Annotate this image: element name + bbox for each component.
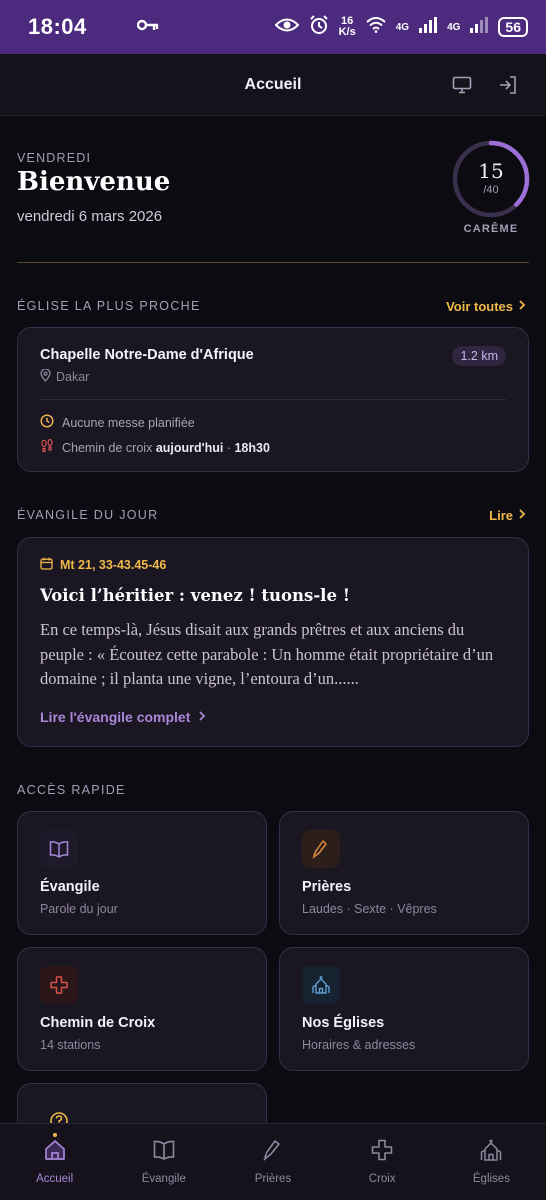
quick-access-title: Prières (302, 879, 352, 895)
quick-access-churches[interactable]: Nos Églises Horaires & adresses (279, 947, 529, 1071)
mass-info-text: Aucune messe planifiée (62, 415, 195, 430)
status-icons: 16 K/s 4G 4G 56 (274, 14, 528, 40)
section-title-nearest-church: ÉGLISE LA PLUS PROCHE (17, 299, 201, 313)
signal-icon (419, 16, 438, 38)
location-pin-icon (40, 368, 51, 385)
nearest-church-card[interactable]: Chapelle Notre-Dame d'Afrique 1.2 km Dak… (17, 327, 529, 472)
nav-item-churches[interactable]: Églises (437, 1124, 546, 1200)
quick-access-title: Chemin de Croix (40, 1015, 156, 1031)
help-icon (40, 1102, 78, 1123)
gospel-title: Voici l’héritier : venez ! tuons-le ! (40, 586, 350, 605)
login-icon[interactable] (496, 73, 520, 97)
quick-access-way-of-cross[interactable]: Chemin de Croix 14 stations (17, 947, 267, 1071)
nav-label: Évangile (141, 1173, 186, 1185)
network-speed: 16 K/s (339, 16, 356, 38)
net-speed-unit: K/s (338, 26, 356, 38)
church-name: Chapelle Notre-Dame d'Afrique (40, 347, 254, 363)
gospel-card[interactable]: Mt 21, 33-43.45-46 Voici l’héritier : ve… (17, 537, 529, 747)
praying-hands-icon (302, 830, 340, 868)
key-icon (136, 18, 159, 37)
church-icon (479, 1138, 503, 1167)
book-icon (40, 830, 78, 868)
quick-access-title: Évangile (40, 879, 100, 895)
chevron-right-icon (518, 299, 526, 314)
greeting-title: Bienvenue (17, 167, 171, 197)
quick-access-gospel[interactable]: Évangile Parole du jour (17, 811, 267, 935)
nav-item-cross[interactable]: Croix (328, 1124, 437, 1200)
book-icon (152, 1138, 176, 1167)
status-time: 18:04 (28, 14, 87, 39)
footsteps-icon (40, 438, 54, 456)
distance-badge: 1.2 km (452, 346, 506, 366)
card-divider (40, 399, 506, 400)
gospel-reference: Mt 21, 33-43.45-46 (40, 557, 166, 573)
gospel-excerpt: En ce temps-là, Jésus disait aux grands … (40, 620, 494, 688)
wifi-icon (366, 16, 386, 38)
gospel-reference-label: Mt 21, 33-43.45-46 (60, 558, 167, 572)
nav-item-gospel[interactable]: Évangile (109, 1124, 218, 1200)
greeting-day: VENDREDI (17, 151, 92, 165)
nav-label: Accueil (36, 1173, 74, 1185)
church-icon (302, 966, 340, 1004)
signal-label-1: 4G (395, 21, 410, 33)
read-full-gospel-label: Lire l'évangile complet (40, 709, 191, 725)
cross-icon (40, 966, 78, 1004)
way-of-cross-time: 18h30 (234, 440, 270, 455)
read-full-gospel-link[interactable]: Lire l'évangile complet (40, 709, 206, 725)
section-title-quick-access: ACCÈS RAPIDE (17, 783, 126, 797)
home-content[interactable]: VENDREDI Bienvenue vendredi 6 mars 2026 … (0, 117, 546, 1123)
way-of-cross-when: aujourd'hui (155, 440, 224, 455)
active-indicator-dot (52, 1133, 57, 1137)
way-of-cross-row: Chemin de croix aujourd'hui · 18h30 (40, 438, 270, 456)
app-header: Accueil (0, 54, 546, 116)
lent-total: /40 (483, 184, 499, 196)
nav-label: Prières (254, 1173, 292, 1185)
nav-label: Croix (368, 1173, 396, 1185)
chevron-right-icon (518, 508, 526, 523)
quick-access-title: Nos Églises (302, 1015, 385, 1031)
lent-day-count: 15 (478, 159, 504, 183)
signal-icon (470, 16, 489, 38)
signal-label-2: 4G (447, 21, 461, 33)
see-all-label: Voir toutes (446, 299, 513, 314)
divider (17, 262, 529, 263)
lent-label: CARÊME (463, 223, 519, 235)
way-of-cross-prefix: Chemin de croix (62, 440, 153, 455)
way-of-cross-text: Chemin de croix aujourd'hui · 18h30 (62, 441, 270, 455)
mass-info-row: Aucune messe planifiée (40, 414, 195, 431)
nav-item-home[interactable]: Accueil (0, 1124, 109, 1200)
calendar-icon (40, 557, 53, 573)
status-bar: 18:04 16 K/s 4G 4G 56 (0, 0, 546, 54)
nav-item-prayers[interactable]: Prières (218, 1124, 327, 1200)
home-icon (43, 1138, 67, 1167)
quick-access-subtitle: Parole du jour (40, 902, 118, 916)
eye-icon (274, 17, 300, 38)
nav-label: Églises (472, 1173, 510, 1185)
quick-access-subtitle: Laudes · Sexte · Vêpres (302, 902, 437, 916)
clock-icon (40, 414, 54, 431)
bottom-navigation: Accueil Évangile Prières Croix Églises (0, 1123, 546, 1200)
read-link[interactable]: Lire (489, 508, 526, 523)
way-of-cross-separator: · (223, 440, 235, 455)
battery-indicator: 56 (498, 17, 528, 37)
quick-access-subtitle: Horaires & adresses (302, 1038, 416, 1052)
praying-hands-icon (261, 1138, 285, 1167)
see-all-link[interactable]: Voir toutes (446, 299, 526, 314)
cross-icon (370, 1138, 394, 1167)
quick-access-prayers[interactable]: Prières Laudes · Sexte · Vêpres (279, 811, 529, 935)
monitor-icon[interactable] (450, 73, 474, 97)
church-location-label: Dakar (56, 370, 90, 384)
chevron-right-icon (198, 709, 206, 725)
church-location: Dakar (40, 368, 90, 385)
greeting-date: vendredi 6 mars 2026 (17, 208, 163, 225)
page-title: Accueil (244, 75, 302, 93)
read-label: Lire (489, 508, 513, 523)
quick-access-subtitle: 14 stations (40, 1038, 101, 1052)
alarm-icon (309, 14, 329, 40)
section-title-gospel: ÉVANGILE DU JOUR (17, 508, 159, 522)
quick-access-help[interactable] (17, 1083, 267, 1123)
